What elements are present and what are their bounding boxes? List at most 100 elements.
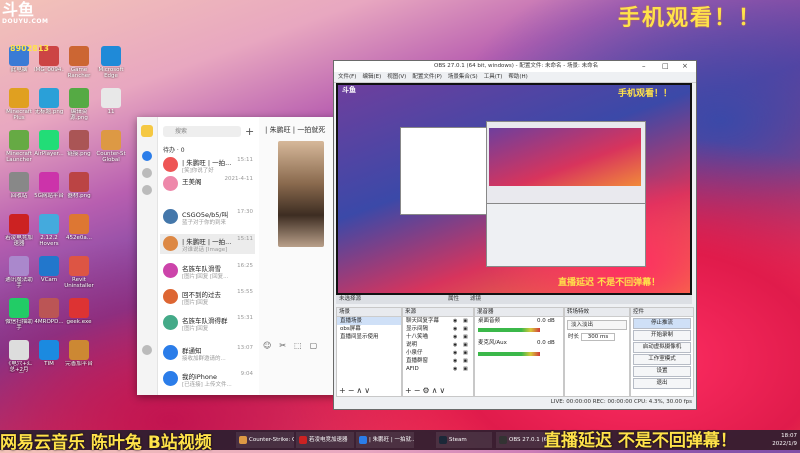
user-avatar[interactable]: [141, 125, 153, 137]
conversation-item[interactable]: 回不到的过去 15:55 [图片]回复: [160, 287, 255, 307]
control-button[interactable]: 开始录制: [633, 330, 691, 341]
shared-photo[interactable]: [278, 141, 324, 247]
desktop-icon[interactable]: Counter-St Global Off...: [96, 130, 126, 163]
desktop-icon[interactable]: 452e0a...: [64, 214, 94, 241]
conversation-item[interactable]: 名族车队滑雪 16:25 [图片]回复 [回复...: [160, 261, 255, 281]
desktop-icon[interactable]: 器材.png: [64, 172, 94, 199]
folder-icon[interactable]: ⬚: [294, 341, 310, 350]
desktop-icon[interactable]: Revit Uninstaller: [64, 256, 94, 289]
lock-icon[interactable]: ▣: [463, 341, 468, 349]
desktop-icon[interactable]: TIM: [34, 340, 64, 367]
control-button[interactable]: 工作室模式: [633, 354, 691, 365]
desktop-audio-meter[interactable]: [478, 328, 540, 332]
source-item[interactable]: 小泉仔 ◉ ▣: [403, 349, 473, 357]
desktop-icon[interactable]: 回收站: [4, 172, 34, 199]
contacts-icon[interactable]: [142, 168, 152, 178]
scene-item[interactable]: 直播间显示使用: [337, 333, 401, 341]
eye-icon[interactable]: ◉: [453, 325, 457, 333]
source-item[interactable]: 十八笑喵 ◉ ▣: [403, 333, 473, 341]
obs-menu-item[interactable]: 场景集合(S): [448, 74, 478, 80]
control-button[interactable]: 停止推流: [633, 318, 691, 329]
close-button[interactable]: ×: [682, 61, 688, 72]
scissors-icon[interactable]: ✂: [279, 341, 294, 350]
sources-footer[interactable]: +−⚙∧∨: [405, 386, 447, 395]
lock-icon[interactable]: ▣: [463, 349, 468, 357]
obs-preview[interactable]: 斗鱼 手机观看！！ 直播延迟 不是不回弹幕！: [336, 83, 692, 295]
properties-button[interactable]: 属性: [448, 295, 459, 304]
search-input[interactable]: 搜索: [163, 126, 241, 137]
desktop-icon[interactable]: 5G网站平台: [34, 172, 64, 199]
menu-icon[interactable]: [142, 345, 152, 355]
desktop-icon[interactable]: 2.12.2 Hovers: [34, 214, 64, 247]
desktop-icon[interactable]: AirPlayer...: [34, 130, 64, 157]
filters-button[interactable]: 滤镜: [470, 295, 481, 304]
scene-item[interactable]: obs屏幕: [337, 325, 401, 333]
emoji-icon[interactable]: ☺: [263, 341, 279, 350]
mic-audio-meter[interactable]: [478, 352, 540, 356]
eye-icon[interactable]: ◉: [453, 357, 457, 365]
taskbar-app-button[interactable]: Steam: [436, 432, 492, 448]
eye-icon[interactable]: ◉: [453, 341, 457, 349]
pending-count[interactable]: 待办 · 0: [163, 145, 185, 154]
desktop-icon[interactable]: Minecraft Plus: [4, 88, 34, 121]
conversation-item[interactable]: 王美阁 2021-4-11: [160, 174, 255, 194]
system-clock[interactable]: 18:07 2022/1/9: [772, 432, 797, 448]
add-button[interactable]: +: [245, 125, 254, 138]
desktop-icon[interactable]: geek.exe: [64, 298, 94, 325]
obs-menu-item[interactable]: 文件(F): [338, 74, 356, 80]
desktop-icon[interactable]: 微信扫描助手: [4, 298, 34, 331]
minimize-button[interactable]: –: [642, 61, 646, 72]
conversation-item[interactable]: 我的iPhone 9:04 [已连接] 上传文件...: [160, 369, 255, 389]
desktop-icon[interactable]: 完善加平台: [64, 340, 94, 367]
lock-icon[interactable]: ▣: [463, 357, 468, 365]
transition-select[interactable]: 淡入淡出: [567, 320, 627, 330]
message-icon[interactable]: [142, 151, 152, 161]
lock-icon[interactable]: ▣: [463, 365, 468, 373]
spaces-icon[interactable]: [142, 185, 152, 195]
desktop-icon[interactable]: 无标题.png: [34, 88, 64, 115]
source-item[interactable]: 说明 ◉ ▣: [403, 341, 473, 349]
desktop-icon[interactable]: 链接.png: [64, 130, 94, 157]
lock-icon[interactable]: ▣: [463, 333, 468, 341]
obs-window[interactable]: OBS 27.0.1 (64 bit, windows) - 配置文件: 未命名…: [333, 60, 697, 410]
obs-menu-item[interactable]: 视图(V): [387, 74, 406, 80]
maximize-button[interactable]: □: [662, 61, 669, 72]
taskbar-app-button[interactable]: 若凌电竞加速器: [296, 432, 354, 448]
chat-window[interactable]: 搜索 + 待办 · 0 | 朱鹏旺 | 一拍... 15:11 [笑]你说了好 王美阁…: [137, 117, 339, 395]
desktop-icon[interactable]: 通讯魔法助手: [4, 256, 34, 289]
desktop-icon[interactable]: Game Rancher: [64, 46, 94, 79]
source-item[interactable]: 显示间隔 ◉ ▣: [403, 325, 473, 333]
conversation-item[interactable]: CSGO5e/b5/叫 17:30 蓝子对于你的到来: [160, 207, 255, 227]
conversation-item[interactable]: 群通知 13:07 接收加群邀请的...: [160, 343, 255, 363]
window-icon[interactable]: ▢: [310, 341, 326, 350]
obs-menu-item[interactable]: 编辑(E): [362, 74, 381, 80]
control-button[interactable]: 退出: [633, 378, 691, 389]
conversation-item[interactable]: | 朱鹏旺 | 一拍... 15:11 [笑]你说了好: [160, 155, 255, 175]
source-item[interactable]: AFID ◉ ▣: [403, 365, 473, 373]
desktop-icon[interactable]: Minecraft Launcher: [4, 130, 34, 163]
control-button[interactable]: 启动虚拟摄像机: [633, 342, 691, 353]
obs-menu-item[interactable]: 帮助(H): [508, 74, 527, 80]
desktop-icon[interactable]: 4MROPD...: [34, 298, 64, 325]
taskbar-app-button[interactable]: | 朱鹏旺 | 一拍就...: [356, 432, 414, 448]
desktop-icon[interactable]: 若凌电竞加速器: [4, 214, 34, 247]
eye-icon[interactable]: ◉: [453, 317, 457, 325]
desktop-icon[interactable]: Microsoft Edge: [96, 46, 126, 79]
taskbar-app-button[interactable]: Counter-Strike: Gl...: [236, 432, 294, 448]
scene-item[interactable]: 直播场景: [337, 317, 401, 325]
conversation-item[interactable]: 名族车队滑得群 15:31 [图片]回复: [160, 313, 255, 333]
scenes-footer[interactable]: +−∧∨: [339, 386, 372, 395]
obs-menu-item[interactable]: 配置文件(P): [412, 74, 442, 80]
eye-icon[interactable]: ◉: [453, 365, 457, 373]
conversation-item[interactable]: | 朱鹏旺 | 一拍... 15:11 对谁说话 [Image]: [160, 234, 255, 254]
control-button[interactable]: 设置: [633, 366, 691, 377]
desktop-icon[interactable]: 编辑资源.png: [64, 88, 94, 121]
lock-icon[interactable]: ▣: [463, 317, 468, 325]
desktop-icon[interactable]: 《电穴+汇总+2月8+更..: [4, 340, 34, 373]
eye-icon[interactable]: ◉: [453, 333, 457, 341]
eye-icon[interactable]: ◉: [453, 349, 457, 357]
obs-menu-item[interactable]: 工具(T): [484, 74, 503, 80]
transition-duration[interactable]: 时长 300 ms: [565, 333, 629, 341]
lock-icon[interactable]: ▣: [463, 325, 468, 333]
desktop-icon[interactable]: VCam: [34, 256, 64, 283]
